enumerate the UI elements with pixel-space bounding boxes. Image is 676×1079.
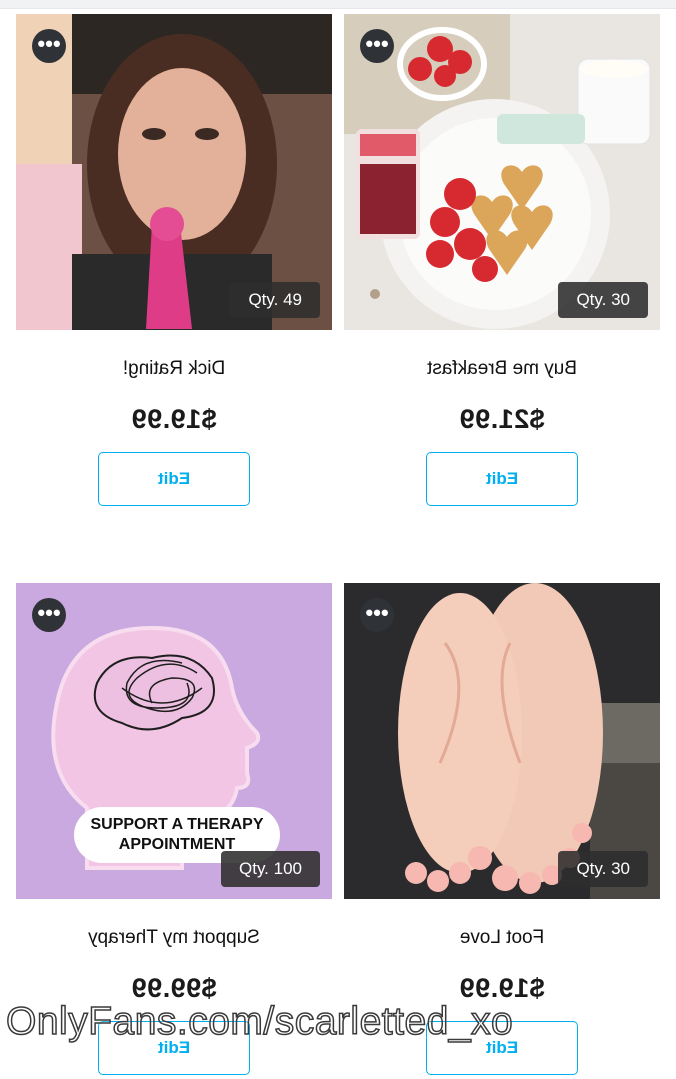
product-image-therapy[interactable]: SUPPORT A THERAPY APPOINTMENT ••• Qty. 1… <box>16 583 332 899</box>
edit-button[interactable]: Edit <box>426 452 578 506</box>
quantity-badge: Qty. 100 <box>221 851 320 887</box>
quantity-badge: Qty. 30 <box>558 851 648 887</box>
product-price: $19.99 <box>131 404 217 434</box>
product-image-breakfast[interactable]: ••• Qty. 30 <box>344 14 660 330</box>
product-grid: ••• Qty. 30 Buy me Breakfast $21.99 Edit… <box>0 0 676 1079</box>
product-price: $21.99 <box>459 404 545 434</box>
quantity-badge: Qty. 30 <box>558 282 648 318</box>
more-options-icon[interactable]: ••• <box>360 598 394 632</box>
quantity-text: Qty. 30 <box>576 290 630 309</box>
quantity-text: Qty. 49 <box>248 290 302 309</box>
edit-button[interactable]: Edit <box>98 452 250 506</box>
more-options-icon[interactable]: ••• <box>32 598 66 632</box>
more-options-icon[interactable]: ••• <box>360 29 394 63</box>
caption-line-1: SUPPORT A THERAPY <box>90 816 264 833</box>
product-title: Foot Love <box>459 927 545 948</box>
quantity-text: Qty. 30 <box>576 859 630 878</box>
product-title: Support my Therapy <box>88 927 260 948</box>
watermark: OnlyFans.com/scarletted_xo <box>5 999 514 1044</box>
quantity-badge: Qty. 49 <box>230 282 320 318</box>
product-image-dick-rating[interactable]: ••• Qty. 49 <box>16 14 332 330</box>
more-options-icon[interactable]: ••• <box>32 29 66 63</box>
product-image-foot-love[interactable]: ••• Qty. 30 <box>344 583 660 899</box>
product-title: Dick Rating! <box>122 358 226 379</box>
quantity-text: Qty. 100 <box>239 859 302 878</box>
product-title: Buy me Breakfast <box>427 358 577 379</box>
